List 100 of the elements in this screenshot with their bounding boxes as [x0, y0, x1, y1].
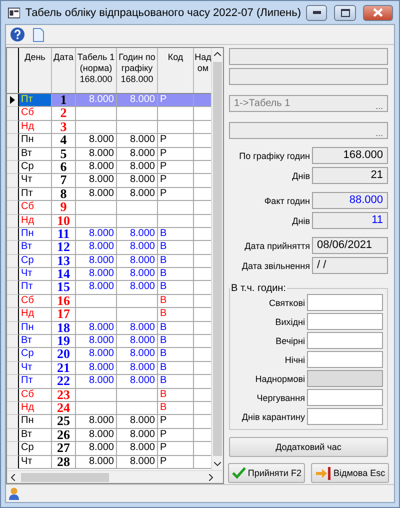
table-cell-text: 25 [56, 415, 71, 428]
table-row[interactable]: Сб 23 В [7, 388, 212, 402]
close-button[interactable] [362, 4, 394, 20]
table-row[interactable]: Пн 18 8.000 8.000 В [7, 322, 212, 336]
table-cell-text: Р [160, 174, 168, 187]
table-row[interactable]: Вт 12 8.000 8.000 В [7, 241, 212, 255]
scrollbar-thumb[interactable] [213, 62, 222, 456]
table-cell-text: 8.000 [88, 134, 114, 147]
table-cell-text: Пт [21, 375, 34, 388]
table-cell-text: Р [160, 148, 168, 160]
scrollbar-thumb[interactable] [21, 472, 109, 482]
table-cell-text: Ср [21, 160, 35, 174]
table-cell-text: 8.000 [88, 428, 114, 442]
table-cell-text: Р [160, 456, 168, 468]
table-cell-text: 20 [56, 348, 71, 361]
table-cell-text: В [160, 402, 168, 414]
table-cell-text: 8.000 [88, 322, 114, 334]
table-cell-text: 8.000 [128, 241, 155, 254]
table-row[interactable]: Сб 2 [7, 107, 212, 121]
input-field[interactable] [307, 389, 383, 406]
table-cell-text: В [160, 362, 168, 374]
table-row[interactable]: Нд 3 [7, 120, 212, 134]
table-row[interactable]: Пт 8 8.000 8.000 Р [7, 188, 212, 202]
table-row[interactable]: Вт 19 8.000 8.000 В [7, 335, 212, 348]
document-icon[interactable] [33, 28, 44, 42]
table-row[interactable]: Нд 24 В [7, 402, 212, 416]
minimize-icon [312, 11, 321, 14]
field-label: Наднормові [255, 374, 305, 384]
accept-button[interactable]: Прийняти F2 [228, 463, 306, 483]
table-row[interactable]: Пн 11 8.000 8.000 В [7, 228, 212, 242]
group-title: В т.ч. годин: [230, 283, 287, 294]
input-field[interactable] [229, 68, 388, 85]
table-cell-text: 8.000 [88, 375, 114, 388]
table-cell-text: Нд [21, 214, 36, 227]
help-icon[interactable] [10, 27, 25, 42]
input-field[interactable] [307, 294, 383, 311]
table-row[interactable]: Пт 22 8.000 8.000 В [7, 375, 212, 389]
table-row[interactable]: Чт 14 8.000 8.000 В [7, 268, 212, 282]
table-cell-text: Вт [21, 241, 33, 254]
dropdown-field[interactable]: 1->Табель 1 ... [229, 95, 388, 112]
table-cell-text: 8.000 [88, 241, 114, 254]
table-cell-text: В [160, 268, 168, 280]
maximize-icon [340, 8, 350, 16]
table-row[interactable]: Пн 25 8.000 8.000 Р [7, 415, 212, 429]
table-cell-text: В [160, 388, 168, 401]
table-row[interactable]: Ср 20 8.000 8.000 В [7, 348, 212, 362]
table-cell-text: 8.000 [128, 348, 155, 361]
table-cell-text: Чт [21, 174, 34, 187]
extra-time-button[interactable]: Додатковий час [229, 437, 388, 457]
table-row[interactable]: Вт 5 8.000 8.000 Р [7, 148, 212, 161]
table-cell-text: В [160, 228, 168, 240]
value-field: 08/06/2021 [312, 237, 388, 254]
user-icon [9, 487, 19, 500]
table-cell-text: 27 [56, 442, 71, 455]
maximize-button[interactable] [334, 4, 356, 20]
table-cell-text: 8.000 [128, 415, 155, 428]
table-cell-text: Вт [21, 335, 33, 348]
table-cell-text: 8.000 [88, 268, 114, 280]
table-cell-text: 8.000 [128, 160, 155, 174]
table-row[interactable]: Чт 7 8.000 8.000 Р [7, 174, 212, 188]
cancel-button[interactable]: Відмова Esc [311, 463, 390, 483]
table-cell-text: Ср [21, 254, 35, 268]
input-field[interactable] [229, 48, 388, 65]
table-cell-text: 8.000 [128, 94, 155, 106]
table-row[interactable]: Ср 13 8.000 8.000 В [7, 254, 212, 268]
table-row[interactable]: Пт 1 8.000 8.000 Р [7, 94, 212, 108]
column-header: Годин по графіку 168.000 [117, 48, 158, 93]
table-row[interactable]: Нд 10 [7, 214, 212, 228]
app-icon [8, 6, 20, 18]
table-row[interactable]: Пт 15 8.000 8.000 В [7, 281, 212, 295]
table-cell-text: 2 [59, 107, 68, 120]
value-field: 21 [312, 167, 388, 184]
field-label: Святкові [269, 298, 305, 308]
table-cell-text: 16 [56, 294, 71, 308]
minimize-button[interactable] [306, 4, 328, 20]
table-cell-text: Нд [21, 308, 36, 321]
table-row[interactable]: Ср 27 8.000 8.000 Р [7, 442, 212, 456]
table-row[interactable]: Вт 26 8.000 8.000 Р [7, 428, 212, 442]
table-cell-text: 8.000 [88, 148, 114, 160]
column-header: Код [158, 48, 194, 93]
input-field[interactable] [307, 408, 383, 425]
table-cell-text: В [160, 254, 168, 268]
table-row[interactable]: Нд 17 В [7, 308, 212, 322]
check-icon [232, 467, 246, 479]
field-label: Днів карантину [242, 412, 305, 422]
table-cell-text: 8.000 [128, 174, 155, 187]
table-row[interactable]: Пн 4 8.000 8.000 Р [7, 134, 212, 148]
table-row[interactable]: Чт 21 8.000 8.000 В [7, 362, 212, 376]
table-cell-text: 8.000 [128, 134, 155, 147]
input-field[interactable] [307, 351, 383, 368]
table-row[interactable]: Чт 28 8.000 8.000 Р [7, 456, 212, 469]
table-cell-text: 8.000 [128, 456, 155, 468]
input-field[interactable] [307, 313, 383, 330]
table-row[interactable]: Сб 9 [7, 201, 212, 215]
input-field[interactable] [307, 332, 383, 349]
table-cell-text: 8.000 [88, 456, 114, 468]
table-row[interactable]: Ср 6 8.000 8.000 Р [7, 160, 212, 174]
dropdown-field[interactable]: ... [229, 122, 388, 139]
table-row[interactable]: Сб 16 В [7, 294, 212, 308]
table-cell-text: Р [160, 442, 168, 455]
